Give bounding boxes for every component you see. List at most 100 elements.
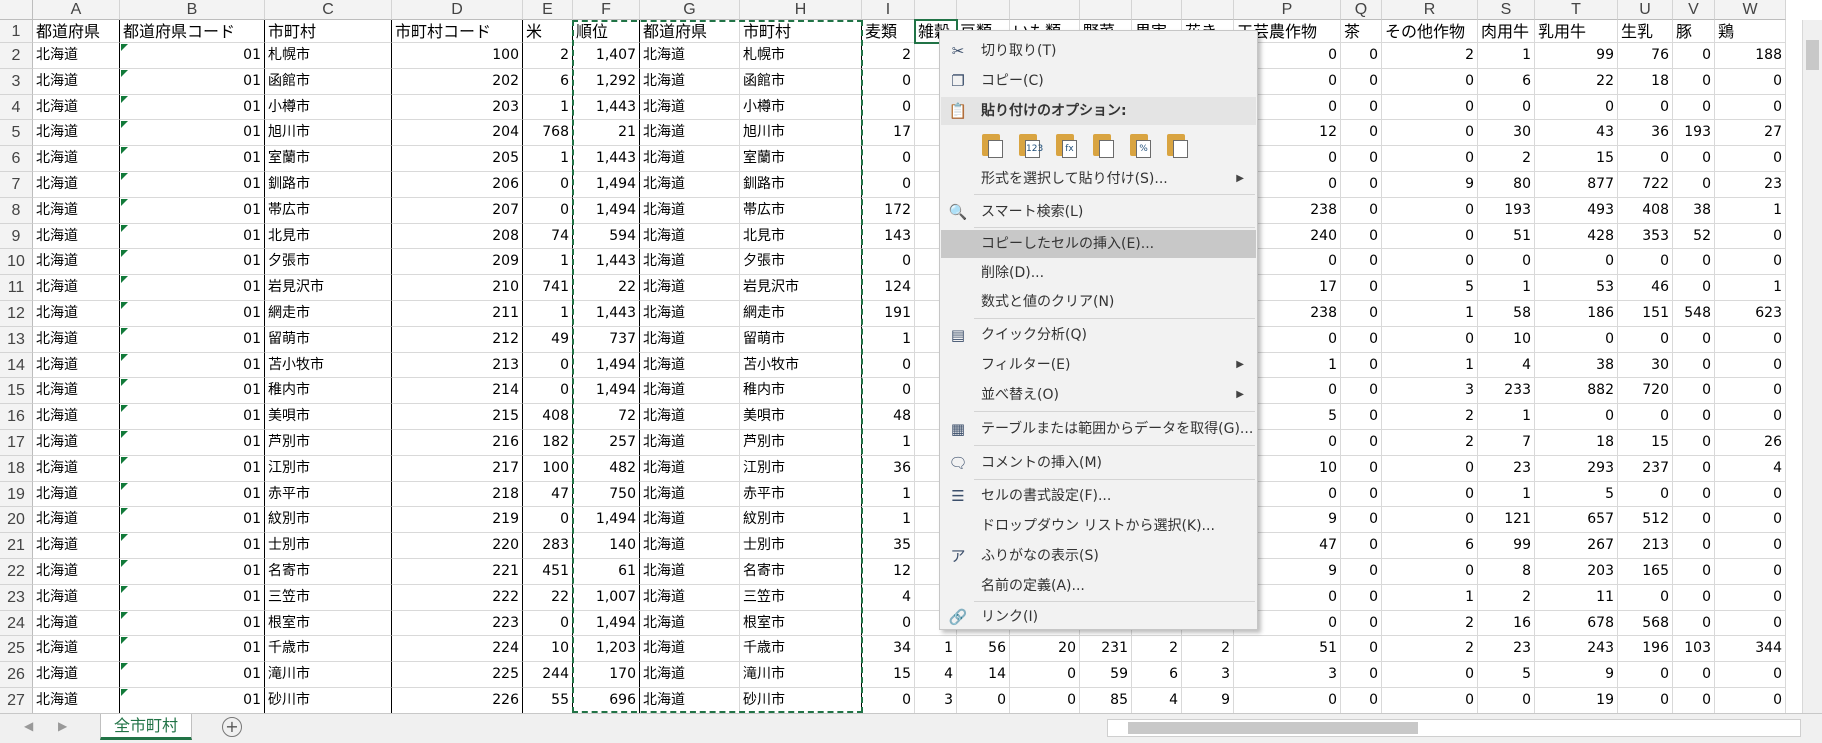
- row-header[interactable]: 11: [0, 275, 33, 301]
- column-header[interactable]: U: [1618, 0, 1673, 20]
- data-cell[interactable]: 0: [1341, 146, 1382, 172]
- paste-formulas-icon[interactable]: fx: [1053, 131, 1079, 161]
- data-cell[interactable]: 0: [1010, 688, 1080, 713]
- data-cell[interactable]: 451: [523, 559, 573, 585]
- data-cell[interactable]: 北海道: [640, 43, 740, 69]
- data-cell[interactable]: 01: [120, 172, 265, 198]
- data-cell[interactable]: 0: [1618, 94, 1673, 121]
- data-cell[interactable]: 0: [1673, 172, 1715, 198]
- data-cell[interactable]: 北海道: [33, 223, 120, 250]
- data-cell[interactable]: 53: [1535, 275, 1618, 301]
- column-header[interactable]: [1080, 0, 1132, 20]
- data-cell[interactable]: 1,494: [573, 378, 640, 405]
- row-header[interactable]: 12: [0, 301, 33, 327]
- data-cell[interactable]: 344: [1715, 636, 1786, 663]
- data-cell[interactable]: 0: [1341, 533, 1382, 559]
- data-cell[interactable]: 222: [392, 584, 523, 611]
- data-cell[interactable]: 225: [392, 662, 523, 688]
- data-cell[interactable]: 0: [1535, 404, 1618, 430]
- data-cell[interactable]: 208: [392, 223, 523, 250]
- data-cell[interactable]: 209: [392, 249, 523, 276]
- data-cell[interactable]: 267: [1535, 533, 1618, 559]
- menu-item-delete[interactable]: 削除(D)...: [941, 259, 1256, 287]
- data-cell[interactable]: 0: [523, 197, 573, 224]
- data-cell[interactable]: 0: [523, 378, 573, 405]
- data-cell[interactable]: 0: [1341, 68, 1382, 95]
- data-cell[interactable]: 1,203: [573, 636, 640, 663]
- data-cell[interactable]: 北海道: [640, 404, 740, 430]
- data-cell[interactable]: 217: [392, 455, 523, 482]
- data-cell[interactable]: 9: [1182, 688, 1234, 713]
- data-cell[interactable]: 76: [1618, 43, 1673, 69]
- data-cell[interactable]: 6: [1478, 68, 1535, 95]
- data-cell[interactable]: 1: [862, 430, 915, 456]
- data-cell[interactable]: 512: [1618, 507, 1673, 534]
- data-cell[interactable]: 215: [392, 404, 523, 430]
- data-cell[interactable]: 165: [1618, 559, 1673, 585]
- menu-item-pick-from-dropdown[interactable]: ドロップダウン リストから選択(K)...: [941, 512, 1256, 540]
- data-cell[interactable]: 北海道: [640, 249, 740, 276]
- data-cell[interactable]: 237: [1618, 455, 1673, 482]
- row-header[interactable]: 1: [0, 20, 33, 43]
- data-cell[interactable]: 0: [1715, 584, 1786, 611]
- column-header[interactable]: [915, 0, 957, 20]
- data-cell[interactable]: 61: [573, 559, 640, 585]
- data-cell[interactable]: 1: [523, 301, 573, 327]
- data-cell[interactable]: 193: [1673, 120, 1715, 147]
- data-cell[interactable]: 1: [523, 249, 573, 276]
- data-cell[interactable]: 滝川市: [740, 662, 862, 688]
- data-cell[interactable]: 218: [392, 481, 523, 508]
- data-cell[interactable]: 741: [523, 275, 573, 301]
- data-cell[interactable]: 212: [392, 326, 523, 353]
- data-cell[interactable]: 23: [1478, 455, 1535, 482]
- data-cell[interactable]: 257: [573, 430, 640, 456]
- data-cell[interactable]: 0: [1234, 688, 1341, 713]
- data-cell[interactable]: 15: [1535, 146, 1618, 172]
- data-cell[interactable]: 士別市: [740, 533, 862, 559]
- data-cell[interactable]: 紋別市: [740, 507, 862, 534]
- data-cell[interactable]: 204: [392, 120, 523, 147]
- data-cell[interactable]: 北海道: [33, 120, 120, 147]
- row-header[interactable]: 4: [0, 94, 33, 121]
- data-cell[interactable]: 0: [1382, 249, 1478, 276]
- data-cell[interactable]: 釧路市: [265, 172, 392, 198]
- data-cell[interactable]: 877: [1535, 172, 1618, 198]
- data-cell[interactable]: 旭川市: [740, 120, 862, 147]
- data-cell[interactable]: 2: [1382, 404, 1478, 430]
- data-cell[interactable]: 北海道: [640, 559, 740, 585]
- data-cell[interactable]: 北見市: [265, 223, 392, 250]
- data-cell[interactable]: 北海道: [640, 223, 740, 250]
- data-cell[interactable]: 0: [1618, 584, 1673, 611]
- scroll-left-icon[interactable]: ◀: [24, 719, 33, 733]
- menu-item-filter[interactable]: フィルター(E) ▶: [941, 351, 1256, 379]
- row-header[interactable]: 8: [0, 197, 33, 224]
- data-cell[interactable]: 0: [1341, 352, 1382, 379]
- data-cell[interactable]: 3: [1182, 662, 1234, 688]
- data-cell[interactable]: 72: [573, 404, 640, 430]
- data-cell[interactable]: 0: [1715, 481, 1786, 508]
- data-cell[interactable]: 226: [392, 688, 523, 713]
- data-cell[interactable]: 47: [523, 481, 573, 508]
- data-cell[interactable]: 0: [1341, 481, 1382, 508]
- data-cell[interactable]: 北海道: [33, 533, 120, 559]
- data-cell[interactable]: 北海道: [640, 610, 740, 637]
- data-cell[interactable]: 720: [1618, 378, 1673, 405]
- data-cell[interactable]: 函館市: [265, 68, 392, 95]
- context-menu[interactable]: ✂ 切り取り(T) ❐ コピー(C) 📋 貼り付けのオプション: 123 fx % 形…: [939, 30, 1258, 630]
- data-cell[interactable]: 0: [1618, 481, 1673, 508]
- data-cell[interactable]: 203: [1535, 559, 1618, 585]
- data-cell[interactable]: 1,494: [573, 197, 640, 224]
- data-cell[interactable]: 美唄市: [265, 404, 392, 430]
- data-cell[interactable]: 01: [120, 662, 265, 688]
- row-header[interactable]: 3: [0, 68, 33, 95]
- data-cell[interactable]: 0: [1341, 610, 1382, 637]
- data-cell[interactable]: 0: [1382, 688, 1478, 713]
- data-cell[interactable]: 38: [1535, 352, 1618, 379]
- data-cell[interactable]: 211: [392, 301, 523, 327]
- data-cell[interactable]: 北海道: [640, 301, 740, 327]
- menu-item-clear-contents[interactable]: 数式と値のクリア(N): [941, 288, 1256, 316]
- data-cell[interactable]: 0: [1382, 455, 1478, 482]
- data-cell[interactable]: 548: [1673, 301, 1715, 327]
- data-cell[interactable]: 1,494: [573, 610, 640, 637]
- data-cell[interactable]: 北海道: [640, 378, 740, 405]
